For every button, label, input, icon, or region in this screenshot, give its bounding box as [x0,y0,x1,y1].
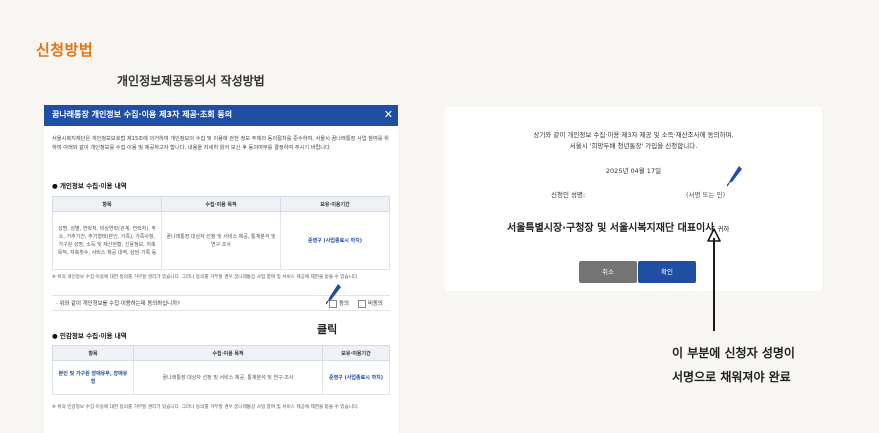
close-icon[interactable]: ✕ [384,107,393,122]
recipient: 서울특별시장·구청장 및 서울시복지재단 대표이사 귀하 [507,223,730,234]
click-annotation: 클릭 [317,323,338,336]
disagree-option[interactable]: 비동의 [358,299,383,308]
document-title: 개인정보제공동의서 작성방법 [117,74,265,88]
disagree-label: 비동의 [368,301,383,307]
table-header: 수집·이용 목적 [161,196,281,212]
personal-info-table: 항목 수집·이용 목적 보유·이용기간 성명, 성별, 연락처, 비상연락(관계… [52,196,390,270]
table-header: 보유·이용기간 [280,196,390,212]
table-cell: 본인 및 가구원 장애유무, 장애유형 [52,360,134,395]
confirm-button[interactable]: 확인 [638,261,696,283]
consent-form-header: 꿈나래통장 개인정보 수집·이용 제3자 제공·조회 동의 ✕ [44,105,398,126]
cancel-button[interactable]: 취소 [579,261,637,283]
consent-intro-text: 서울시복지재단은 개인정보보호법 제15조에 의거하여 개인정보의 수집 및 이… [52,136,389,151]
sensitive-info-note: ※ 위의 민감정보 수집·이용에 대한 동의를 거부할 권리가 있습니다. 그러… [52,405,359,410]
table-row: 성명, 성별, 연락처, 비상연락(관계, 연락처), 주소, 거주기간, 주거… [52,211,390,270]
application-date: 2025년 04월 17일 [605,167,662,175]
sensitive-info-table: 항목 수집·이용 목적 보유·이용기간 본인 및 가구원 장애유무, 장애유형 … [52,345,390,395]
instruction-line: 서명으로 채워져야 완료 [672,370,791,384]
table-cell: 꿈나래통장 대상자 선정 및 서비스 제공, 통계분석 및 연구·조사 [133,360,323,395]
table-header: 보유·이용기간 [322,345,390,361]
table-cell: 꿈나래통장 대상자 선정 및 서비스 제공, 통계분석 및 연구·조사 [161,211,281,270]
table-header: 항목 [52,196,162,212]
table-cell: 준영구 (사업종료시 까지) [322,360,390,395]
signer-label: 신청인 성명: [551,191,586,199]
table-row: 본인 및 가구원 장애유무, 장애유형 꿈나래통장 대상자 선정 및 서비스 제… [52,360,390,395]
signature-field[interactable]: (서명 또는 인) [686,189,725,199]
agree-question: · 위와 같이 개인정보를 수집·이용하는데 동의하십니까? [56,301,180,307]
arrow-shaft [713,238,715,331]
confirmation-text: 상기와 같이 개인정보 수집·이용·제3자 제공 및 소득·재산조사에 동의하며… [533,131,734,139]
consent-form-title: 꿈나래통장 개인정보 수집·이용 제3자 제공·조회 동의 [52,110,233,119]
consent-form-panel: 꿈나래통장 개인정보 수집·이용 제3자 제공·조회 동의 ✕ 서울시복지재단은… [44,105,398,433]
personal-info-heading: ● 개인정보 수집·이용 내역 [52,182,127,190]
disagree-checkbox[interactable] [358,299,366,308]
table-cell: 준영구 (사업종료시 까지) [280,211,390,270]
pen-icon [727,166,742,187]
instruction-line: 이 부분에 신청자 성명이 [672,346,795,360]
section-title: 신청방법 [36,41,94,59]
personal-info-note: ※ 위의 개인정보 수집·이용에 대한 동의를 거부할 권리가 있습니다. 그러… [52,275,359,280]
table-cell: 성명, 성별, 연락처, 비상연락(관계, 연락처), 주소, 거주기간, 주거… [52,211,162,270]
table-header: 수집·이용 목적 [133,345,323,361]
confirmation-panel: 상기와 같이 개인정보 수집·이용·제3자 제공 및 소득·재산조사에 동의하며… [445,107,822,291]
pen-icon [326,284,341,305]
table-header: 항목 [52,345,134,361]
sensitive-info-heading: ● 민감정보 수집·이용 내역 [52,332,127,340]
confirmation-text: 서울시 '희망두배 청년통장' 가입을 신청합니다. [569,142,698,150]
